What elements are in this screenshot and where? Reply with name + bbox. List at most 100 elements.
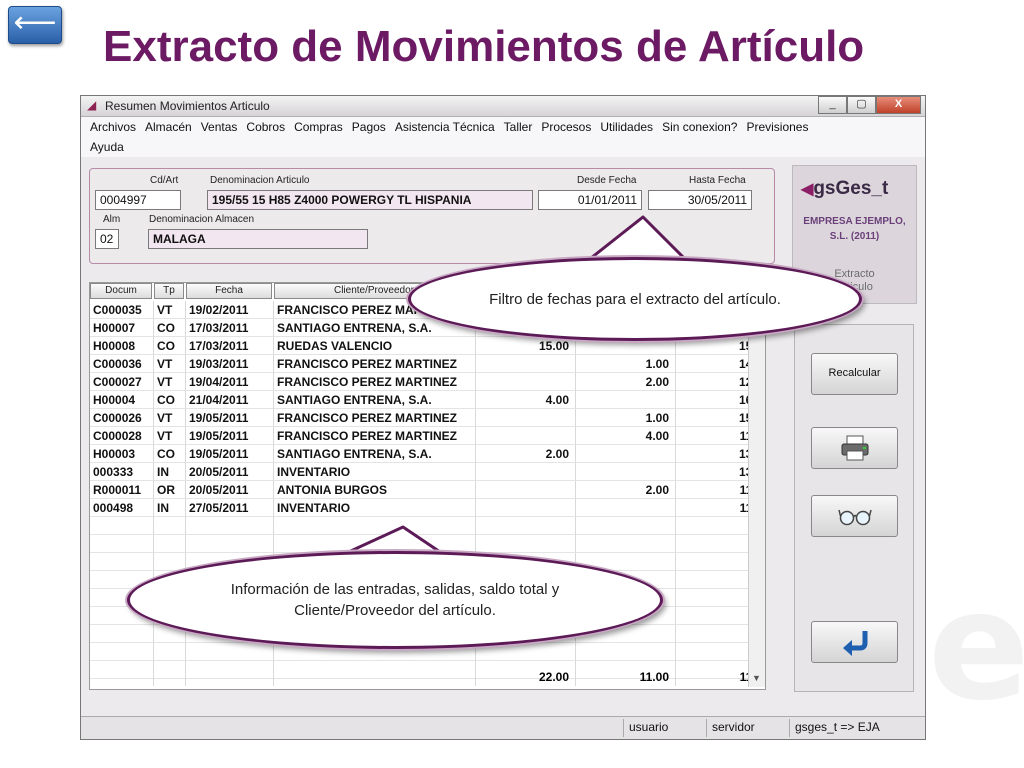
- table-cell: FRANCISCO PEREZ MARTINEZ: [274, 427, 476, 445]
- company-name: EMPRESA EJEMPLO, S.L. (2011): [793, 214, 916, 244]
- table-cell: 17/03/2011: [186, 319, 274, 337]
- recalcular-button[interactable]: Recalcular: [811, 353, 898, 395]
- table-scrollbar[interactable]: ▼: [748, 283, 765, 687]
- table-cell: H00008: [90, 337, 154, 355]
- slide-title: Extracto de Movimientos de Artículo: [103, 22, 865, 71]
- minimize-button[interactable]: _: [818, 96, 847, 114]
- table-row[interactable]: C000036 VT 19/03/2011 FRANCISCO PEREZ MARTI…: [90, 355, 765, 373]
- company-line-1: EMPRESA EJEMPLO,: [803, 216, 906, 227]
- column-header-fecha[interactable]: Fecha: [186, 283, 272, 299]
- denominacion-articulo-field[interactable]: 195/55 15 H85 Z4000 POWERGY TL HISPANIA: [207, 190, 533, 210]
- table-cell: [476, 517, 576, 535]
- table-cell: IN: [154, 463, 186, 481]
- maximize-button[interactable]: ▢: [847, 96, 876, 114]
- window-titlebar[interactable]: ◢ Resumen Movimientos Articulo _ ▢ X: [81, 96, 925, 117]
- hasta-fecha-field[interactable]: 30/05/2011: [648, 190, 752, 210]
- table-cell: [154, 643, 186, 661]
- table-row[interactable]: H00004 CO 21/04/2011 SANTIAGO ENTRENA, S.A.…: [90, 391, 765, 409]
- table-cell: FRANCISCO PEREZ MARTINEZ: [274, 355, 476, 373]
- scroll-down-icon[interactable]: ▼: [752, 673, 761, 683]
- table-row[interactable]: [90, 517, 765, 535]
- table-row[interactable]: C000028 VT 19/05/2011 FRANCISCO PEREZ MARTI…: [90, 427, 765, 445]
- menu-item[interactable]: Procesos: [541, 120, 591, 134]
- table-row[interactable]: 000333IN20/05/2011INVENTARIO13.00: [90, 463, 765, 481]
- table-cell: CO: [154, 337, 186, 355]
- menu-item[interactable]: Compras: [294, 120, 343, 134]
- printer-icon: [841, 435, 868, 461]
- column-header-docum[interactable]: Docum: [90, 283, 152, 299]
- menu-item[interactable]: Taller: [504, 120, 533, 134]
- watermark-glyph: e: [928, 560, 1024, 734]
- menu-item[interactable]: Utilidades: [600, 120, 653, 134]
- window-controls: _ ▢ X: [818, 96, 921, 114]
- return-button[interactable]: [811, 621, 898, 663]
- table-cell: CO: [154, 445, 186, 463]
- table-cell: [154, 517, 186, 535]
- table-cell: 19/05/2011: [186, 445, 274, 463]
- table-cell: VT: [154, 427, 186, 445]
- back-button[interactable]: ⟵: [8, 6, 62, 44]
- table-cell: INVENTARIO: [274, 463, 476, 481]
- table-row[interactable]: R000011OR20/05/2011ANTONIA BURGOS2.0011.…: [90, 481, 765, 499]
- table-cell: [154, 553, 186, 571]
- total-entradas: 22.00: [476, 668, 576, 686]
- menu-item[interactable]: Cobros: [246, 120, 285, 134]
- table-cell: [476, 463, 576, 481]
- menu-item[interactable]: Previsiones: [746, 120, 808, 134]
- status-bar: usuario servidor gsges_t => EJA: [81, 716, 925, 739]
- menu-item[interactable]: Almacén: [145, 120, 192, 134]
- table-cell: [576, 445, 676, 463]
- table-cell: [576, 463, 676, 481]
- status-database: gsges_t => EJA: [795, 720, 880, 734]
- table-cell: [274, 517, 476, 535]
- table-row[interactable]: C000027 VT 19/04/2011 FRANCISCO PEREZ MARTI…: [90, 373, 765, 391]
- table-row[interactable]: 000498IN27/05/2011INVENTARIO11.00: [90, 499, 765, 517]
- table-cell: 19/05/2011: [186, 409, 274, 427]
- table-cell: [476, 427, 576, 445]
- table-row[interactable]: C000026 VT 19/05/2011 FRANCISCO PEREZ MARTI…: [90, 409, 765, 427]
- denominacion-articulo-label: Denominacion Articulo: [210, 175, 310, 186]
- cd-art-field[interactable]: 0004997: [95, 190, 181, 210]
- menu-item[interactable]: Ayuda: [90, 140, 124, 154]
- table-cell: [576, 499, 676, 517]
- totals-spacer: [186, 668, 274, 686]
- table-cell: 2.00: [576, 373, 676, 391]
- menu-item[interactable]: Sin conexion?: [662, 120, 737, 134]
- denominacion-almacen-field[interactable]: MALAGA: [148, 229, 368, 249]
- table-cell: [476, 373, 576, 391]
- dates-callout-text: Filtro de fechas para el extracto del ar…: [489, 290, 781, 308]
- menu-item[interactable]: Pagos: [352, 120, 386, 134]
- table-cell: FRANCISCO PEREZ MARTINEZ: [274, 409, 476, 427]
- table-cell: 20/05/2011: [186, 463, 274, 481]
- table-cell: [186, 643, 274, 661]
- desde-fecha-field[interactable]: 01/01/2011: [538, 190, 642, 210]
- status-separator: [623, 719, 624, 737]
- menu-item[interactable]: Asistencia Técnica: [395, 120, 495, 134]
- preview-button[interactable]: [811, 495, 898, 537]
- table-cell: [154, 535, 186, 553]
- hasta-fecha-label: Hasta Fecha: [689, 175, 746, 186]
- table-cell: 19/04/2011: [186, 373, 274, 391]
- table-cell: 21/04/2011: [186, 391, 274, 409]
- filter-panel: Cd/Art 0004997 Denominacion Articulo 195…: [89, 168, 775, 264]
- status-server: servidor: [712, 720, 755, 734]
- print-button[interactable]: [811, 427, 898, 469]
- column-header-tp[interactable]: Tp: [154, 283, 184, 299]
- actions-panel: Recalcular: [794, 324, 914, 692]
- table-cell: H00007: [90, 319, 154, 337]
- table-row[interactable]: H00003 CO 19/05/2011 SANTIAGO ENTRENA, S.A.…: [90, 445, 765, 463]
- table-cell: H00003: [90, 445, 154, 463]
- table-cell: 2.00: [576, 481, 676, 499]
- close-button[interactable]: X: [876, 96, 921, 114]
- table-cell: CO: [154, 391, 186, 409]
- table-cell: [576, 391, 676, 409]
- almacen-code-field[interactable]: 02: [95, 229, 119, 249]
- table-cell: C000036: [90, 355, 154, 373]
- window-title: Resumen Movimientos Articulo: [105, 99, 270, 113]
- table-cell: 15.00: [476, 337, 576, 355]
- menu-item[interactable]: Archivos: [90, 120, 136, 134]
- menu-item[interactable]: Ventas: [201, 120, 238, 134]
- table-row[interactable]: [90, 535, 765, 553]
- table-cell: ANTONIA BURGOS: [274, 481, 476, 499]
- table-cell: [476, 409, 576, 427]
